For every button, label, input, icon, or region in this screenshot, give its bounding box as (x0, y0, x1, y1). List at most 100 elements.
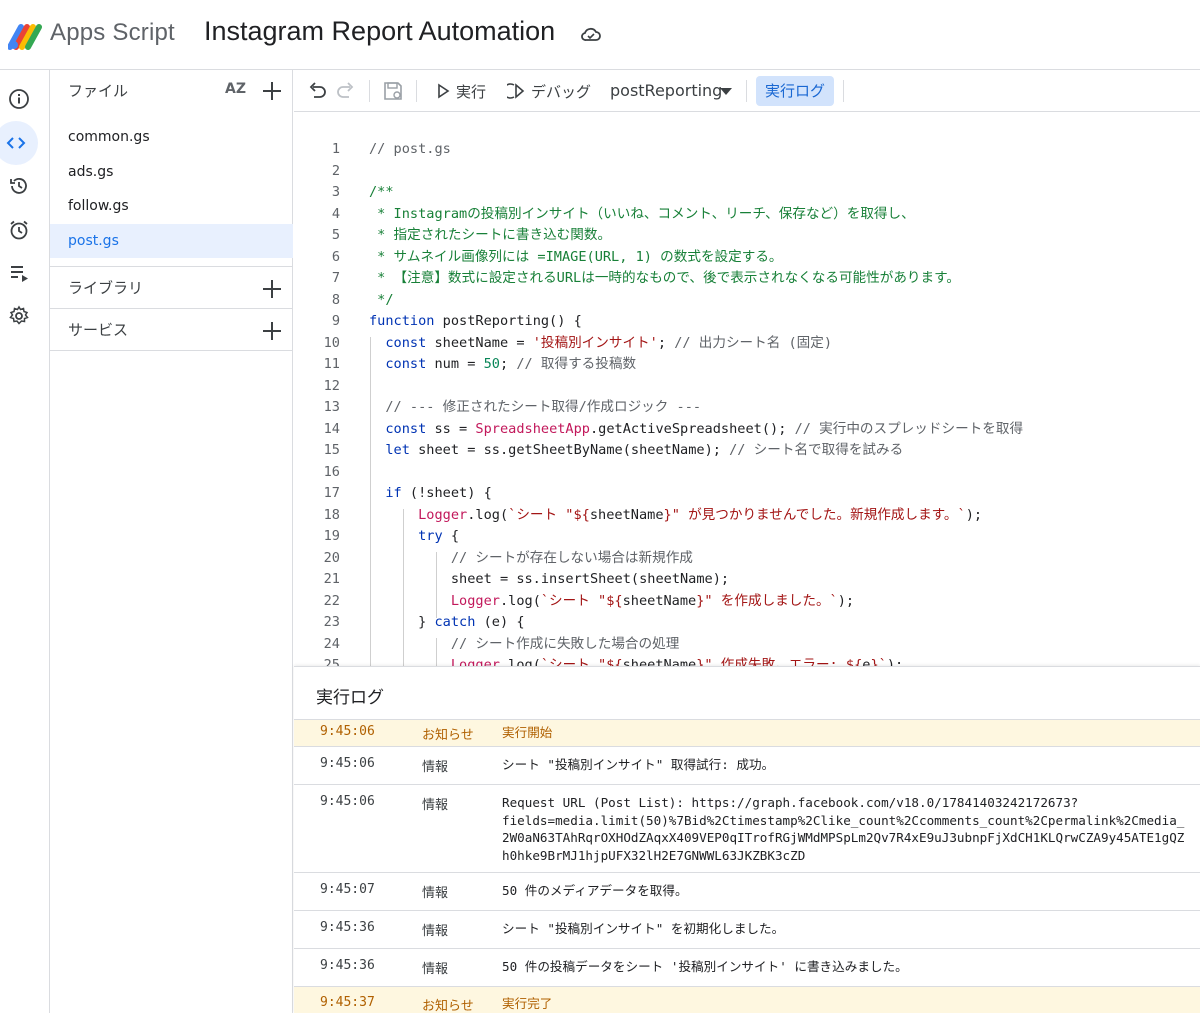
log-message: 50 件の投稿データをシート '投稿別インサイト' に書き込みました。 (502, 959, 908, 974)
log-message: Request URL (Post List): https://graph.f… (502, 795, 1185, 863)
save-icon[interactable] (382, 80, 404, 102)
code-text: /** (369, 184, 394, 200)
apps-script-logo[interactable] (8, 19, 44, 51)
overview-button[interactable] (2, 82, 36, 116)
line-number: 12 (323, 377, 340, 394)
run-button[interactable]: 実行 (456, 81, 486, 102)
add-service-button[interactable] (261, 320, 283, 342)
log-title: 実行ログ (316, 688, 384, 708)
line-number: 5 (331, 227, 340, 243)
line-number: 7 (331, 270, 340, 286)
line-number: 17 (323, 485, 340, 501)
log-time: 9:45:36 (320, 958, 375, 973)
log-message: 50 件のメディアデータを取得。 (502, 883, 688, 898)
alarm-clock-icon (10, 220, 28, 240)
code-line: 8 */ (294, 290, 1200, 312)
code-line: 20 // シートが存在しない場合は新規作成 (294, 548, 1200, 570)
log-time: 9:45:36 (320, 920, 375, 935)
code-line: 15 let sheet = ss.getSheetByName(sheetNa… (294, 440, 1200, 462)
line-number: 21 (323, 571, 340, 587)
code-line: 24 // シート作成に失敗した場合の処理 (294, 634, 1200, 656)
code-text: sheet = ss.insertSheet(sheetName); (369, 571, 730, 587)
undo-icon[interactable] (306, 80, 328, 102)
code-line: 2 (294, 161, 1200, 183)
code-text: // --- 修正されたシート取得/作成ロジック --- (385, 399, 702, 415)
log-row: 9:45:07 情報 50 件のメディアデータを取得。 (294, 873, 1200, 911)
log-time: 9:45:37 (320, 995, 375, 1010)
line-number: 11 (323, 356, 340, 372)
editor-button[interactable] (0, 121, 38, 165)
code-line: 12 (294, 376, 1200, 398)
history-button[interactable] (2, 169, 36, 203)
line-number: 24 (323, 635, 340, 652)
chevron-down-icon[interactable] (720, 88, 732, 95)
project-title[interactable]: Instagram Report Automation (204, 16, 555, 47)
function-select[interactable]: postReporting (610, 81, 722, 100)
code-line: 7 * 【注意】数式に設定されるURLは一時的なもので、後で表示されなくなる可能… (294, 268, 1200, 290)
debug-button[interactable]: デバッグ (531, 81, 591, 102)
code-text: if (!sheet) { (385, 485, 492, 501)
code-text: function postReporting() { (369, 313, 582, 329)
log-message: シート "投稿別インサイト" 取得試行: 成功。 (502, 757, 775, 772)
log-row: 9:45:06 情報 Request URL (Post List): http… (294, 785, 1200, 873)
line-number: 4 (331, 205, 340, 222)
services-divider (50, 350, 293, 351)
code-text: Logger.log(`シート "${sheetName}" が見つかりませんで… (418, 506, 983, 523)
line-number: 20 (323, 549, 340, 566)
code-text: * 【注意】数式に設定されるURLは一時的なもので、後で表示されなくなる可能性が… (369, 270, 960, 286)
log-level: お知らせ (422, 999, 474, 1013)
sort-files-button[interactable]: AZ (225, 81, 251, 103)
code-text: // post.gs (369, 141, 451, 157)
code-line: 3 /** (294, 182, 1200, 204)
log-message: シート "投稿別インサイト" を初期化しました。 (502, 921, 785, 936)
app-header: Apps Script Instagram Report Automation (0, 0, 1200, 70)
run-icon[interactable] (434, 81, 452, 101)
add-file-button[interactable] (261, 80, 283, 102)
code-line: 18 Logger.log(`シート "${sheetName}" が見つかりま… (294, 505, 1200, 527)
code-line: 22 Logger.log(`シート "${sheetName}" を作成しまし… (294, 591, 1200, 613)
code-line: 11 const num = 50; // 取得する投稿数 (294, 354, 1200, 376)
triggers-button[interactable] (2, 213, 36, 247)
log-time: 9:45:06 (320, 794, 375, 809)
add-library-button[interactable] (261, 278, 283, 300)
line-number: 3 (331, 184, 340, 200)
files-header: ファイル AZ (50, 70, 293, 112)
line-number: 8 (331, 291, 340, 308)
code-editor[interactable]: 1 // post.gs 2 3 /** 4 * Instagramの投稿別インサイ… (294, 113, 1200, 666)
debug-icon[interactable] (507, 80, 529, 102)
line-number: 9 (331, 313, 340, 329)
file-item-follow[interactable]: follow.gs (50, 189, 293, 223)
info-icon (9, 89, 29, 109)
log-row: 9:45:36 情報 シート "投稿別インサイト" を初期化しました。 (294, 911, 1200, 949)
code-text: const num = 50; // 取得する投稿数 (385, 356, 637, 372)
code-line: 14 const ss = SpreadsheetApp.getActiveSp… (294, 419, 1200, 441)
log-row: 9:45:06 情報 シート "投稿別インサイト" 取得試行: 成功。 (294, 747, 1200, 785)
file-item-post[interactable]: post.gs (50, 224, 293, 258)
code-text: try { (418, 528, 460, 544)
execution-log-button[interactable]: 実行ログ (756, 76, 834, 106)
services-label: サービス (68, 321, 129, 339)
code-line: 13 // --- 修正されたシート取得/作成ロジック --- (294, 397, 1200, 419)
file-item-ads[interactable]: ads.gs (50, 155, 293, 189)
redo-icon[interactable] (335, 80, 357, 102)
line-number: 2 (331, 162, 340, 179)
code-text: * 指定されたシートに書き込む関数。 (369, 227, 612, 243)
code-text: } catch (e) { (369, 614, 525, 630)
settings-button[interactable] (2, 299, 36, 333)
code-text: Logger.log(`シート "${sheetName}" を作成しました。`… (450, 592, 855, 609)
services-section: サービス (50, 308, 293, 350)
code-line: 25 Logger.log(`シート "${sheetName}" 作成失敗。エ… (294, 655, 1200, 666)
line-number: 22 (323, 592, 340, 609)
playlist-play-icon (11, 266, 28, 282)
line-number: 25 (323, 657, 340, 666)
code-text: */ (369, 291, 394, 308)
code-text: // シートが存在しない場合は新規作成 (450, 549, 693, 566)
line-number: 16 (323, 463, 340, 480)
line-number: 15 (323, 442, 340, 458)
toolbar-divider (843, 80, 844, 102)
log-level: 情報 (422, 924, 449, 939)
toolbar-divider (746, 80, 747, 102)
executions-button[interactable] (2, 256, 36, 290)
log-time: 9:45:06 (320, 756, 375, 771)
file-item-common[interactable]: common.gs (50, 120, 293, 154)
